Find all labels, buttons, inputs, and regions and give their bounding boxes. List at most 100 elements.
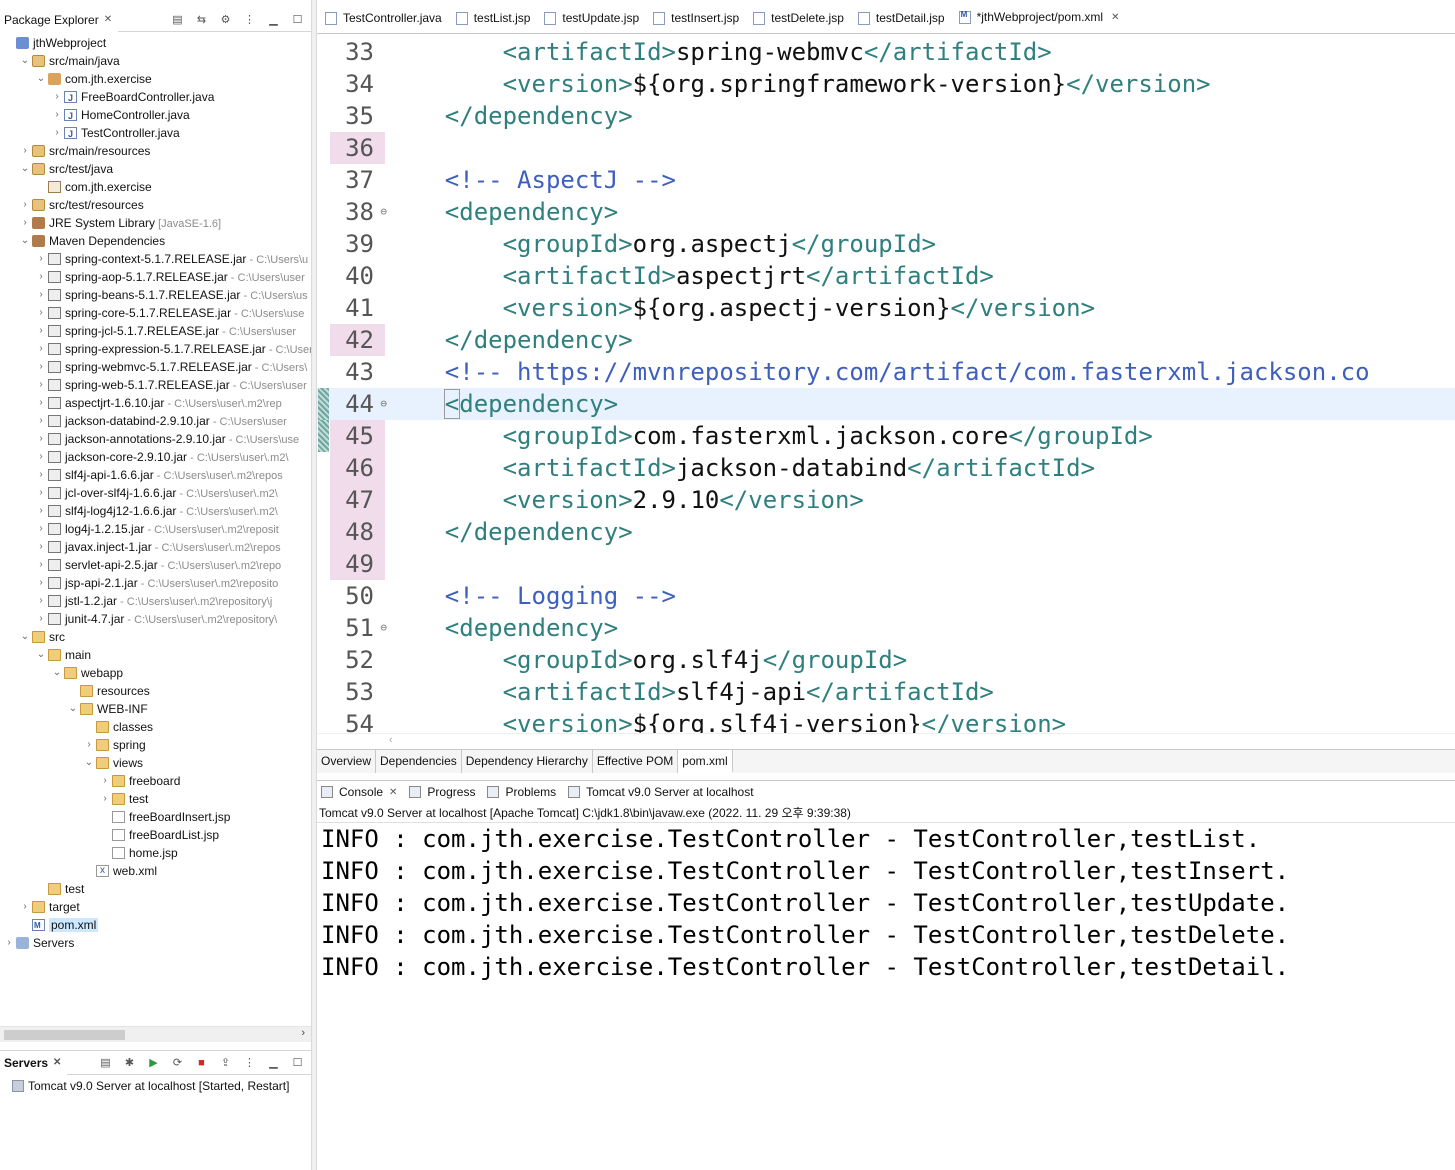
tree-item[interactable]: › spring-jcl-5.1.7.RELEASE.jar - C:\Users… xyxy=(0,322,311,340)
code-line[interactable]: 38 ⊖ <dependency> xyxy=(317,196,1455,228)
collapsed-chevron-icon[interactable]: › xyxy=(20,214,30,232)
tree-item[interactable]: › jsp-api-2.1.jar - C:\Users\user\.m2\rep… xyxy=(0,574,311,592)
collapsed-chevron-icon[interactable]: › xyxy=(36,304,46,322)
code-line[interactable]: 40 <artifactId>aspectjrt</artifactId> xyxy=(317,260,1455,292)
tree-item[interactable]: › jackson-core-2.9.10.jar - C:\Users\user… xyxy=(0,448,311,466)
collapse-all-icon[interactable]: ▤ xyxy=(98,1055,113,1070)
tree-item[interactable]: › slf4j-api-1.6.6.jar - C:\Users\user\.m2… xyxy=(0,466,311,484)
collapsed-chevron-icon[interactable]: › xyxy=(36,592,46,610)
editor-tab[interactable]: *jthWebproject/pom.xml ✕ xyxy=(954,6,1130,30)
collapsed-chevron-icon[interactable]: › xyxy=(20,142,30,160)
tree-item[interactable]: › spring xyxy=(0,736,311,754)
expanded-chevron-icon[interactable]: ⌄ xyxy=(36,646,46,664)
code-line[interactable]: 39 <groupId>org.aspectj</groupId> xyxy=(317,228,1455,260)
tree-item[interactable]: › spring-beans-5.1.7.RELEASE.jar - C:\Use… xyxy=(0,286,311,304)
collapse-all-icon[interactable]: ▤ xyxy=(170,12,185,27)
view-menu-icon[interactable]: ⋮ xyxy=(242,12,257,27)
collapsed-chevron-icon[interactable]: › xyxy=(84,736,94,754)
tree-item[interactable]: pom.xml xyxy=(0,916,311,934)
collapsed-chevron-icon[interactable]: › xyxy=(36,466,46,484)
stop-server-icon[interactable]: ■ xyxy=(194,1055,209,1070)
maximize-icon[interactable]: ☐ xyxy=(290,1055,305,1070)
pom-page-tab[interactable]: Overview xyxy=(317,750,377,773)
collapsed-chevron-icon[interactable]: › xyxy=(36,268,46,286)
tree-item[interactable]: › test xyxy=(0,790,311,808)
collapsed-chevron-icon[interactable]: › xyxy=(36,250,46,268)
tree-item[interactable]: › src/main/resources xyxy=(0,142,311,160)
tree-item[interactable]: › freeboard xyxy=(0,772,311,790)
tree-item[interactable]: › FreeBoardController.java xyxy=(0,88,311,106)
editor-tab[interactable]: testDelete.jsp xyxy=(749,6,854,30)
tree-item[interactable]: › servlet-api-2.5.jar - C:\Users\user\.m2… xyxy=(0,556,311,574)
collapsed-chevron-icon[interactable]: › xyxy=(36,340,46,358)
code-line[interactable]: 42 </dependency> xyxy=(317,324,1455,356)
collapsed-chevron-icon[interactable]: › xyxy=(36,376,46,394)
tree-item[interactable]: test xyxy=(0,880,311,898)
server-entry[interactable]: Tomcat v9.0 Server at localhost [Started… xyxy=(0,1077,311,1095)
code-line[interactable]: 52 <groupId>org.slf4j</groupId> xyxy=(317,644,1455,676)
expanded-chevron-icon[interactable]: ⌄ xyxy=(52,664,62,682)
package-explorer-tab[interactable]: Package Explorer ✕ xyxy=(0,7,119,32)
collapsed-chevron-icon[interactable]: › xyxy=(52,124,62,142)
code-line[interactable]: 36 xyxy=(317,132,1455,164)
pom-page-tab[interactable]: pom.xml xyxy=(678,750,733,773)
expanded-chevron-icon[interactable]: ⌄ xyxy=(84,754,94,772)
tree-item[interactable]: ⌄ com.jth.exercise xyxy=(0,70,311,88)
tree-item[interactable]: com.jth.exercise xyxy=(0,178,311,196)
tree-item[interactable]: › aspectjrt-1.6.10.jar - C:\Users\user\.m… xyxy=(0,394,311,412)
minimize-icon[interactable]: ▁ xyxy=(266,1055,281,1070)
tree-item[interactable]: ⌄ main xyxy=(0,646,311,664)
tree-item[interactable]: › target xyxy=(0,898,311,916)
servers-tab[interactable]: Servers ✕ xyxy=(0,1050,68,1075)
tree-item[interactable]: › spring-aop-5.1.7.RELEASE.jar - C:\Users… xyxy=(0,268,311,286)
code-line[interactable]: 34 <version>${org.springframework-versio… xyxy=(317,68,1455,100)
collapsed-chevron-icon[interactable]: › xyxy=(36,322,46,340)
tree-item[interactable]: › spring-expression-5.1.7.RELEASE.jar - C… xyxy=(0,340,311,358)
code-line[interactable]: 43 <!-- https://mvnrepository.com/artifa… xyxy=(317,356,1455,388)
tree-item[interactable]: › spring-core-5.1.7.RELEASE.jar - C:\User… xyxy=(0,304,311,322)
console-tab[interactable]: Problems xyxy=(487,785,556,799)
link-with-editor-icon[interactable]: ⇆ xyxy=(194,12,209,27)
scrollbar-thumb[interactable] xyxy=(4,1030,125,1040)
code-line[interactable]: 41 <version>${org.aspectj-version}</vers… xyxy=(317,292,1455,324)
collapsed-chevron-icon[interactable]: › xyxy=(36,484,46,502)
pom-page-tab[interactable]: Dependencies xyxy=(376,750,462,773)
expanded-chevron-icon[interactable]: ⌄ xyxy=(20,160,30,178)
tree-item[interactable]: › spring-webmvc-5.1.7.RELEASE.jar - C:\Us… xyxy=(0,358,311,376)
code-line[interactable]: 46 <artifactId>jackson-databind</artifac… xyxy=(317,452,1455,484)
collapsed-chevron-icon[interactable]: › xyxy=(36,430,46,448)
code-line[interactable]: 53 <artifactId>slf4j-api</artifactId> xyxy=(317,676,1455,708)
scroll-right-icon[interactable]: › xyxy=(301,1027,305,1039)
close-icon[interactable]: ✕ xyxy=(389,787,397,798)
start-server-icon[interactable]: ▶ xyxy=(146,1055,161,1070)
debug-server-icon[interactable]: ✱ xyxy=(122,1055,137,1070)
expanded-chevron-icon[interactable]: ⌄ xyxy=(20,52,30,70)
console-tab[interactable]: Tomcat v9.0 Server at localhost xyxy=(568,785,754,799)
code-line[interactable]: 35 </dependency> xyxy=(317,100,1455,132)
tree-item[interactable]: ⌄ src/main/java xyxy=(0,52,311,70)
expanded-chevron-icon[interactable]: ⌄ xyxy=(20,232,30,250)
editor-horizontal-scrollbar[interactable]: ‹ xyxy=(317,733,1455,749)
collapsed-chevron-icon[interactable]: › xyxy=(100,772,110,790)
collapsed-chevron-icon[interactable]: › xyxy=(36,610,46,628)
tree-item[interactable]: ⌄ Maven Dependencies xyxy=(0,232,311,250)
tree-item[interactable]: › spring-web-5.1.7.RELEASE.jar - C:\Users… xyxy=(0,376,311,394)
tree-item[interactable]: › spring-context-5.1.7.RELEASE.jar - C:\U… xyxy=(0,250,311,268)
close-icon[interactable]: ✕ xyxy=(53,1057,61,1068)
tree-item[interactable]: ⌄ src/test/java xyxy=(0,160,311,178)
tree-item[interactable]: › jcl-over-slf4j-1.6.6.jar - C:\Users\use… xyxy=(0,484,311,502)
tree-item[interactable]: › jackson-annotations-2.9.10.jar - C:\Use… xyxy=(0,430,311,448)
code-area[interactable]: 33 <artifactId>spring-webmvc</artifactId… xyxy=(317,36,1455,733)
tree-item[interactable]: ⌄ WEB-INF xyxy=(0,700,311,718)
tree-item[interactable]: resources xyxy=(0,682,311,700)
console-tab[interactable]: Progress xyxy=(409,785,475,799)
tree-item[interactable]: › jackson-databind-2.9.10.jar - C:\Users\… xyxy=(0,412,311,430)
minimize-icon[interactable]: ▁ xyxy=(266,12,281,27)
collapsed-chevron-icon[interactable]: › xyxy=(36,556,46,574)
maximize-icon[interactable]: ☐ xyxy=(290,12,305,27)
profile-server-icon[interactable]: ⟳ xyxy=(170,1055,185,1070)
code-line[interactable]: 45 <groupId>com.fasterxml.jackson.core</… xyxy=(317,420,1455,452)
horizontal-scrollbar[interactable]: › xyxy=(0,1026,311,1042)
collapsed-chevron-icon[interactable]: › xyxy=(52,88,62,106)
editor-tab[interactable]: TestController.java xyxy=(321,6,452,30)
